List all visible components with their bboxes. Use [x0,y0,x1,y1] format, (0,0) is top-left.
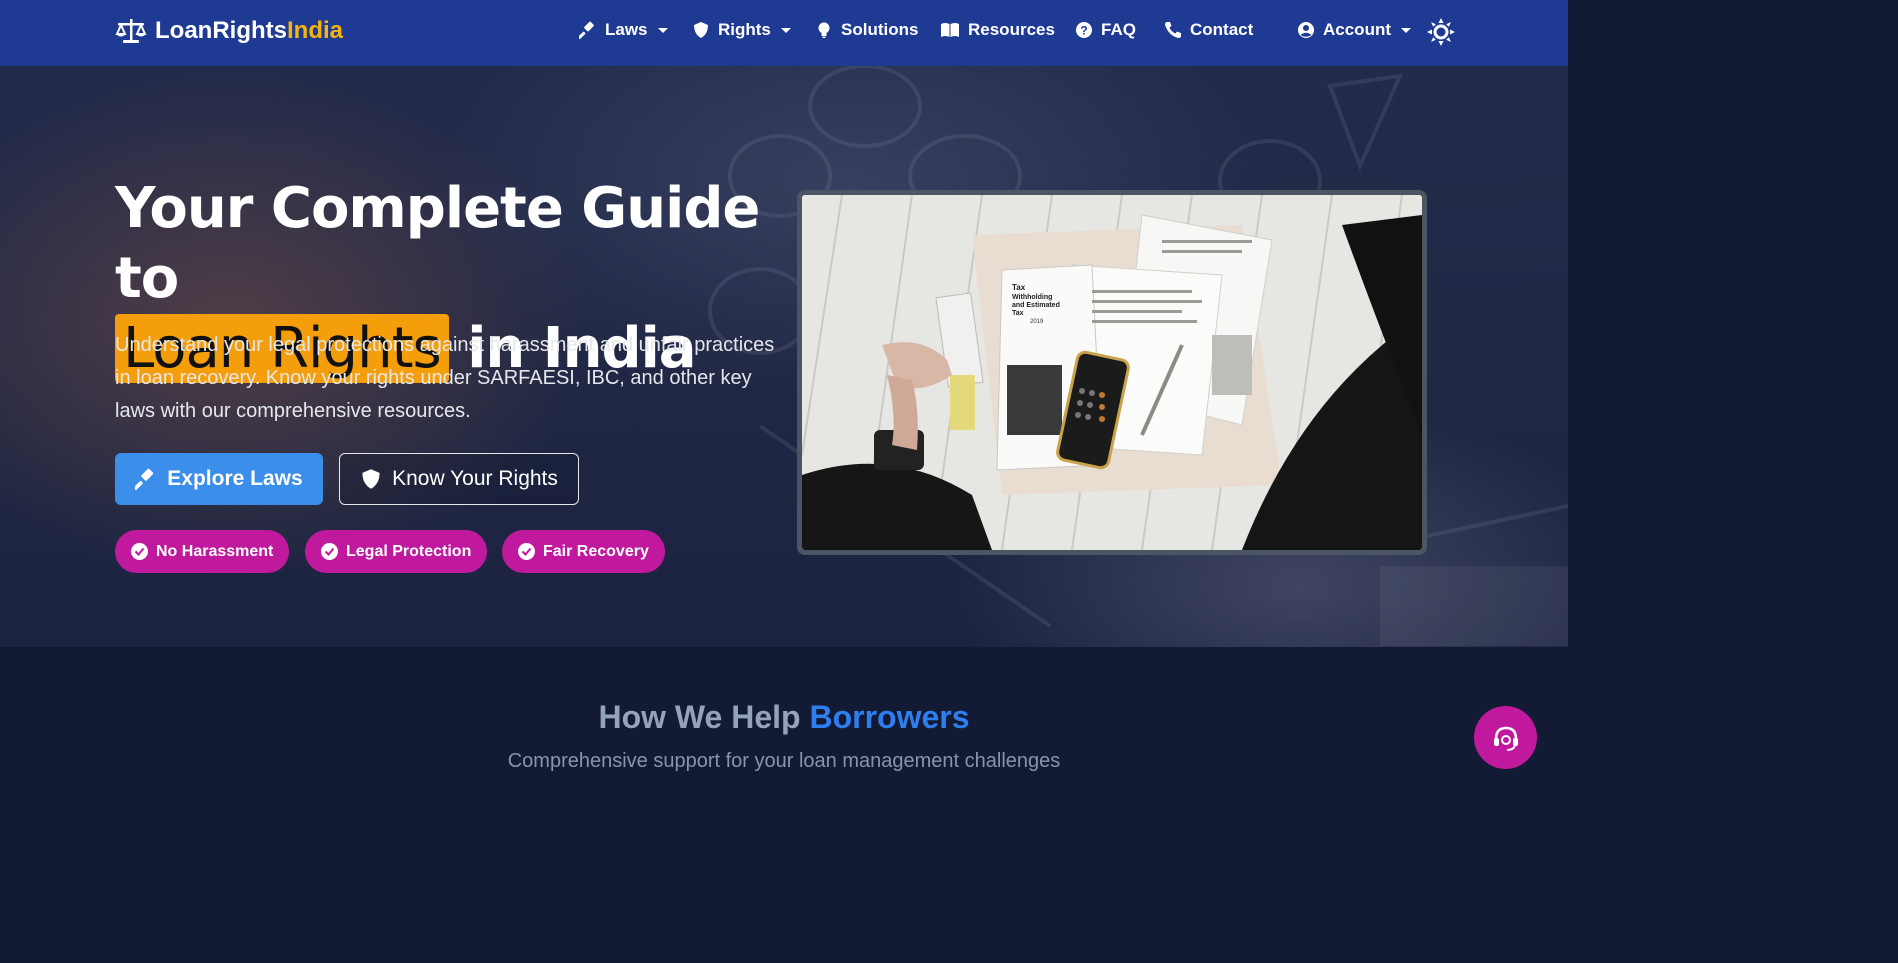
help-subtitle: Comprehensive support for your loan mana… [507,750,1061,772]
nav-label-faq: FAQ [1101,20,1136,39]
nav-item-rights[interactable]: Rights [692,20,791,40]
top-navbar: LoanRightsIndia Laws Rights Solutions Re… [0,0,1568,66]
nav-label-account: Account [1323,20,1391,39]
gavel-icon [579,21,594,39]
nav-label-contact: Contact [1190,20,1254,39]
svg-text:Withholding: Withholding [1012,294,1052,301]
badge-no-harassment: No Harassment [115,530,290,573]
check-circle-icon [518,543,535,560]
chevron-down-icon [1401,27,1411,33]
check-circle-icon [131,543,148,560]
shield-icon [694,22,708,38]
nav-item-solutions[interactable]: Solutions [815,20,918,40]
nav-item-faq[interactable]: ? FAQ [1075,20,1136,40]
question-circle-icon: ? [1076,22,1092,38]
explore-laws-button[interactable]: Explore Laws [115,453,323,505]
badge-label: Fair Recovery [543,542,649,560]
svg-text:2019: 2019 [1030,319,1044,325]
sun-icon[interactable] [1427,18,1455,46]
brand-logo[interactable]: LoanRightsIndia [115,17,343,45]
svg-text:and Estimated: and Estimated [1012,302,1060,309]
help-title: How We Help Borrowers [0,699,1568,736]
gavel-icon [135,468,154,490]
badge-label: No Harassment [156,542,274,560]
help-title-text: How We Help [598,699,801,735]
hero-title-line1: Your Complete Guide to [115,176,760,311]
badge-label: Legal Protection [346,542,472,560]
nav-label-solutions: Solutions [841,20,919,39]
know-your-rights-button[interactable]: Know Your Rights [339,453,579,505]
nav-item-account[interactable]: Account [1297,20,1411,40]
brand-name-accent: India [287,17,344,44]
svg-text:Tax: Tax [1012,283,1026,292]
help-title-accent: Borrowers [809,699,970,735]
help-section: How We Help Borrowers Comprehensive supp… [0,647,1568,796]
svg-text:Tax: Tax [1012,310,1024,317]
user-circle-icon [1298,22,1314,38]
brand-name-primary: LoanRights [155,17,287,44]
tax-documents-illustration: Tax Withholding and Estimated Tax 2019 [802,195,1422,550]
check-circle-icon [321,543,338,560]
know-your-rights-label: Know Your Rights [392,467,558,490]
lightbulb-icon [818,22,830,38]
scale-balance-icon [115,19,147,43]
nav-item-contact[interactable]: Contact [1164,20,1253,40]
phone-icon [1165,22,1181,38]
nav-label-resources: Resources [968,20,1055,39]
chevron-down-icon [780,27,791,33]
badge-legal-protection: Legal Protection [305,530,488,573]
nav-item-resources[interactable]: Resources [940,20,1055,40]
nav-label-rights: Rights [718,20,771,39]
book-icon [941,23,959,37]
badge-fair-recovery: Fair Recovery [502,530,665,573]
explore-laws-label: Explore Laws [167,467,303,490]
svg-text:?: ? [1080,24,1087,38]
hero-section: Your Complete Guide to Loan Rights in In… [0,66,1568,647]
headset-icon [1493,726,1518,751]
chevron-down-icon [657,27,668,33]
nav-label-laws: Laws [605,20,648,39]
support-chat-button[interactable] [1474,706,1537,769]
hero-description: Understand your legal protections agains… [115,334,775,422]
shield-icon [362,469,380,489]
nav-item-laws[interactable]: Laws [579,20,668,40]
hero-photo: Tax Withholding and Estimated Tax 2019 [797,190,1427,555]
